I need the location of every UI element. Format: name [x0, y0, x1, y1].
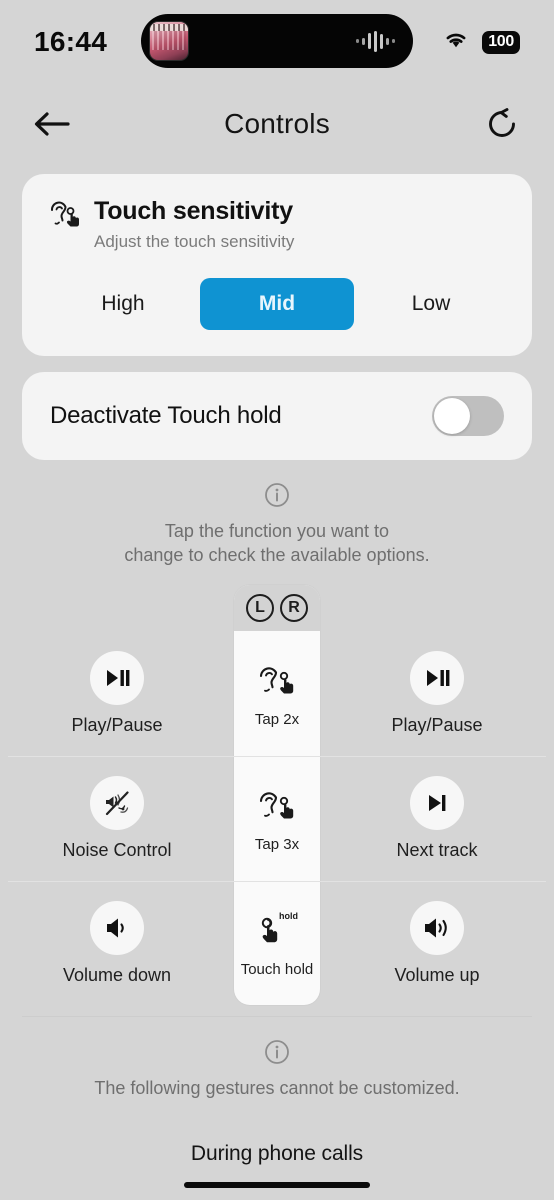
- status-right-cluster: 100: [443, 30, 520, 54]
- sensitivity-option-mid[interactable]: Mid: [200, 277, 354, 330]
- gesture-cell-left-play-pause[interactable]: Play/Pause: [0, 651, 234, 736]
- album-art-thumbnail: [149, 21, 189, 61]
- deactivate-touch-hold-row[interactable]: Deactivate Touch hold: [22, 371, 532, 460]
- deactivate-touch-hold-toggle[interactable]: [432, 395, 504, 436]
- gesture-cell-center-touch-hold[interactable]: hold Touch hold: [234, 910, 320, 978]
- gesture-label: Tap 2x: [254, 710, 300, 728]
- ear-tap-icon: [46, 196, 82, 235]
- gesture-label: Play/Pause: [391, 715, 483, 736]
- info-top-line1: Tap the function you want to: [164, 520, 390, 541]
- gesture-row: Volume down hold Touch hold Volume up: [0, 881, 554, 1006]
- gesture-row: Play/Pause Tap 2x Play/Pause: [0, 631, 554, 756]
- gesture-label: Volume down: [62, 965, 172, 986]
- gesture-row: Noise Control Tap 3x Next track: [0, 756, 554, 881]
- sensitivity-option-low[interactable]: Low: [354, 278, 508, 330]
- ear-tap-icon: [255, 660, 299, 701]
- info-top-block: Tap the function you want to change to c…: [0, 482, 554, 568]
- audio-waveform-icon: [356, 30, 395, 52]
- svg-text:hold: hold: [279, 911, 298, 921]
- battery-indicator: 100: [482, 30, 520, 54]
- deactivate-touch-hold-label: Deactivate Touch hold: [50, 401, 282, 429]
- status-bar: 16:44 100: [0, 0, 554, 84]
- home-indicator[interactable]: [184, 1182, 370, 1188]
- gesture-label: Touch hold: [240, 960, 314, 978]
- gesture-cell-right-next-track[interactable]: Next track: [320, 776, 554, 861]
- during-phone-calls-title: During phone calls: [190, 1142, 364, 1166]
- gesture-label: Volume up: [394, 965, 480, 986]
- reset-refresh-icon[interactable]: [480, 102, 524, 146]
- info-circle-icon: [0, 1039, 554, 1070]
- gesture-label: Play/Pause: [71, 715, 163, 736]
- gesture-cell-right-volume-up[interactable]: Volume up: [320, 901, 554, 986]
- phone-screen: 16:44 100 Controls Touch sensitivity Adj…: [0, 0, 554, 1200]
- noise-control-icon: [90, 776, 144, 831]
- wifi-icon: [443, 30, 469, 54]
- volume-down-icon: [90, 901, 144, 956]
- gesture-label: Next track: [396, 840, 478, 861]
- touch-sensitivity-header: Touch sensitivity Adjust the touch sensi…: [46, 196, 508, 252]
- gesture-cell-center-tap-2x[interactable]: Tap 2x: [234, 660, 320, 728]
- gesture-cell-right-play-pause[interactable]: Play/Pause: [320, 651, 554, 736]
- gesture-label: Noise Control: [62, 840, 172, 861]
- gesture-cell-left-volume-down[interactable]: Volume down: [0, 901, 234, 986]
- navigation-bar: Controls: [0, 84, 554, 164]
- gesture-cell-center-tap-3x[interactable]: Tap 3x: [234, 785, 320, 853]
- back-arrow-icon[interactable]: [30, 102, 74, 146]
- gesture-grid: L R Play/Pause Tap 2x Play/Pause Noise C…: [0, 585, 554, 1010]
- play-pause-icon: [410, 651, 464, 706]
- gesture-label: Tap 3x: [254, 835, 300, 853]
- ear-tap-icon: [255, 785, 299, 826]
- info-top-line2: change to check the available options.: [124, 544, 430, 565]
- dynamic-island[interactable]: [141, 14, 413, 68]
- section-divider: [22, 1016, 532, 1018]
- next-track-icon: [410, 776, 464, 831]
- volume-up-icon: [410, 901, 464, 956]
- info-bottom-text: The following gestures cannot be customi…: [94, 1078, 460, 1099]
- gesture-rows: Play/Pause Tap 2x Play/Pause Noise Contr…: [0, 585, 554, 1006]
- touch-sensitivity-card: Touch sensitivity Adjust the touch sensi…: [22, 174, 532, 356]
- play-pause-icon: [90, 651, 144, 706]
- page-title: Controls: [224, 108, 330, 139]
- touch-sensitivity-subtitle: Adjust the touch sensitivity: [94, 231, 295, 251]
- info-bottom-block: The following gestures cannot be customi…: [0, 1039, 554, 1100]
- info-circle-icon: [0, 482, 554, 513]
- touch-sensitivity-title: Touch sensitivity: [94, 197, 293, 225]
- touch-sensitivity-segments: High Mid Low: [46, 277, 508, 330]
- sensitivity-option-high[interactable]: High: [46, 278, 200, 330]
- toggle-knob: [434, 397, 470, 434]
- gesture-cell-left-noise-control[interactable]: Noise Control: [0, 776, 234, 861]
- hand-hold-icon: hold: [254, 910, 300, 951]
- status-clock: 16:44: [34, 26, 108, 57]
